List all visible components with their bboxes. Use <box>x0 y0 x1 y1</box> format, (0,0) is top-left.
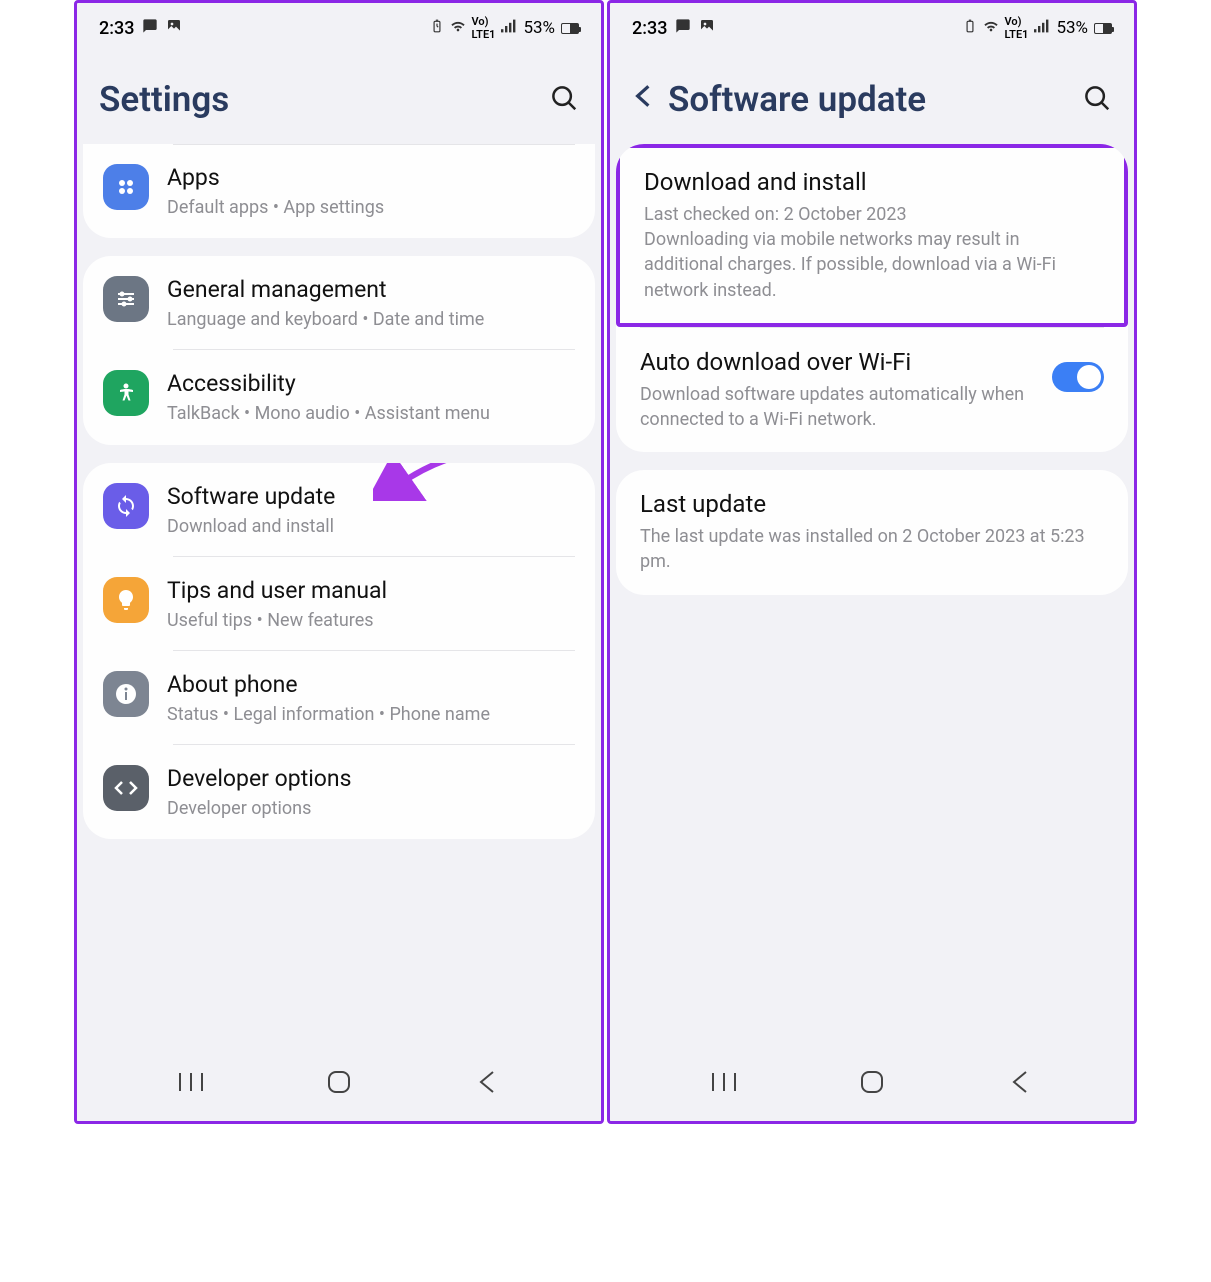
back-button[interactable] <box>1000 1067 1040 1097</box>
wifi-icon <box>983 18 999 38</box>
gallery-icon <box>166 18 182 39</box>
item-title: Accessibility <box>167 370 575 397</box>
general-icon <box>103 276 149 322</box>
home-button[interactable] <box>319 1067 359 1097</box>
settings-item-general[interactable]: General management Language and keyboard… <box>83 256 595 350</box>
item-subtitle: Developer options <box>167 796 575 821</box>
accessibility-icon <box>103 370 149 416</box>
recents-button[interactable] <box>171 1067 211 1097</box>
search-button[interactable] <box>549 83 579 117</box>
battery-percent: 53% <box>1056 18 1088 38</box>
header: Software update <box>610 49 1134 144</box>
tutorial-highlight: Download and install Last checked on: 2 … <box>616 144 1128 327</box>
item-title: General management <box>167 276 575 303</box>
item-subtitle: Default apps • App settings <box>167 195 575 220</box>
search-button[interactable] <box>1082 83 1112 117</box>
battery-icon <box>561 23 579 34</box>
item-subtitle: Download and install <box>167 514 575 539</box>
about-icon <box>103 671 149 717</box>
header: Settings <box>77 49 601 144</box>
back-button[interactable] <box>467 1067 507 1097</box>
update-content[interactable]: Download and install Last checked on: 2 … <box>610 144 1134 1047</box>
page-title: Settings <box>99 79 229 120</box>
item-title: Tips and user manual <box>167 577 575 604</box>
item-title: Auto download over Wi-Fi <box>640 348 1036 376</box>
item-title: Software update <box>167 483 575 510</box>
tips-icon <box>103 577 149 623</box>
auto-download-item[interactable]: Auto download over Wi-Fi Download softwa… <box>616 328 1128 452</box>
settings-item-software-update[interactable]: Software update Download and install <box>83 463 595 557</box>
settings-card: Apps Default apps • App settings <box>83 144 595 238</box>
nav-bar <box>77 1047 601 1121</box>
recents-button[interactable] <box>704 1067 744 1097</box>
item-title: Developer options <box>167 765 575 792</box>
item-desc: Download software updates automatically … <box>640 382 1036 432</box>
settings-item-about[interactable]: About phone Status • Legal information •… <box>83 651 595 745</box>
battery-percent: 53% <box>523 18 555 38</box>
phone-left-settings: 2:33 Vo)LTE1 53% Settings <box>74 0 604 1124</box>
page-title: Software update <box>668 79 926 120</box>
status-time: 2:33 <box>99 18 134 39</box>
status-bar: 2:33 Vo)LTE1 53% <box>77 3 601 49</box>
item-subtitle: TalkBack • Mono audio • Assistant menu <box>167 401 575 426</box>
item-subtitle: Useful tips • New features <box>167 608 575 633</box>
volte-icon: Vo)LTE1 <box>472 15 496 41</box>
download-install-item[interactable]: Download and install Last checked on: 2 … <box>620 148 1124 323</box>
item-subtitle: Language and keyboard • Date and time <box>167 307 575 332</box>
last-update-item[interactable]: Last update The last update was installe… <box>616 470 1128 594</box>
item-title: Download and install <box>644 168 1100 196</box>
settings-card: General management Language and keyboard… <box>83 256 595 444</box>
battery-saver-icon <box>963 19 977 37</box>
item-title: Apps <box>167 164 575 191</box>
gallery-icon <box>699 18 715 39</box>
settings-item-apps[interactable]: Apps Default apps • App settings <box>83 144 595 238</box>
developer-icon <box>103 765 149 811</box>
chat-icon <box>142 18 158 39</box>
settings-item-accessibility[interactable]: Accessibility TalkBack • Mono audio • As… <box>83 350 595 444</box>
battery-icon <box>1094 23 1112 34</box>
apps-icon <box>103 164 149 210</box>
settings-item-developer[interactable]: Developer options Developer options <box>83 745 595 839</box>
software-update-icon <box>103 483 149 529</box>
signal-icon <box>1034 19 1050 37</box>
nav-bar <box>610 1047 1134 1121</box>
wifi-icon <box>450 18 466 38</box>
volte-icon: Vo)LTE1 <box>1005 15 1029 41</box>
header-back-button[interactable] <box>632 82 654 117</box>
item-line2: Downloading via mobile networks may resu… <box>644 227 1100 303</box>
item-title: Last update <box>640 490 1104 518</box>
battery-saver-icon <box>430 19 444 37</box>
chat-icon <box>675 18 691 39</box>
item-desc: The last update was installed on 2 Octob… <box>640 524 1104 574</box>
item-subtitle: Status • Legal information • Phone name <box>167 702 575 727</box>
status-bar: 2:33 Vo)LTE1 53% <box>610 3 1134 49</box>
item-title: About phone <box>167 671 575 698</box>
home-button[interactable] <box>852 1067 892 1097</box>
auto-download-toggle[interactable] <box>1052 362 1104 392</box>
settings-item-tips[interactable]: Tips and user manual Useful tips • New f… <box>83 557 595 651</box>
update-card: Download and install Last checked on: 2 … <box>616 144 1128 452</box>
phone-right-software-update: 2:33 Vo)LTE1 53% <box>607 0 1137 1124</box>
item-line1: Last checked on: 2 October 2023 <box>644 202 1100 227</box>
update-card: Last update The last update was installe… <box>616 470 1128 594</box>
settings-card: Software update Download and install Tip… <box>83 463 595 840</box>
settings-content[interactable]: Apps Default apps • App settings General… <box>77 144 601 1047</box>
status-time: 2:33 <box>632 18 667 39</box>
signal-icon <box>501 19 517 37</box>
